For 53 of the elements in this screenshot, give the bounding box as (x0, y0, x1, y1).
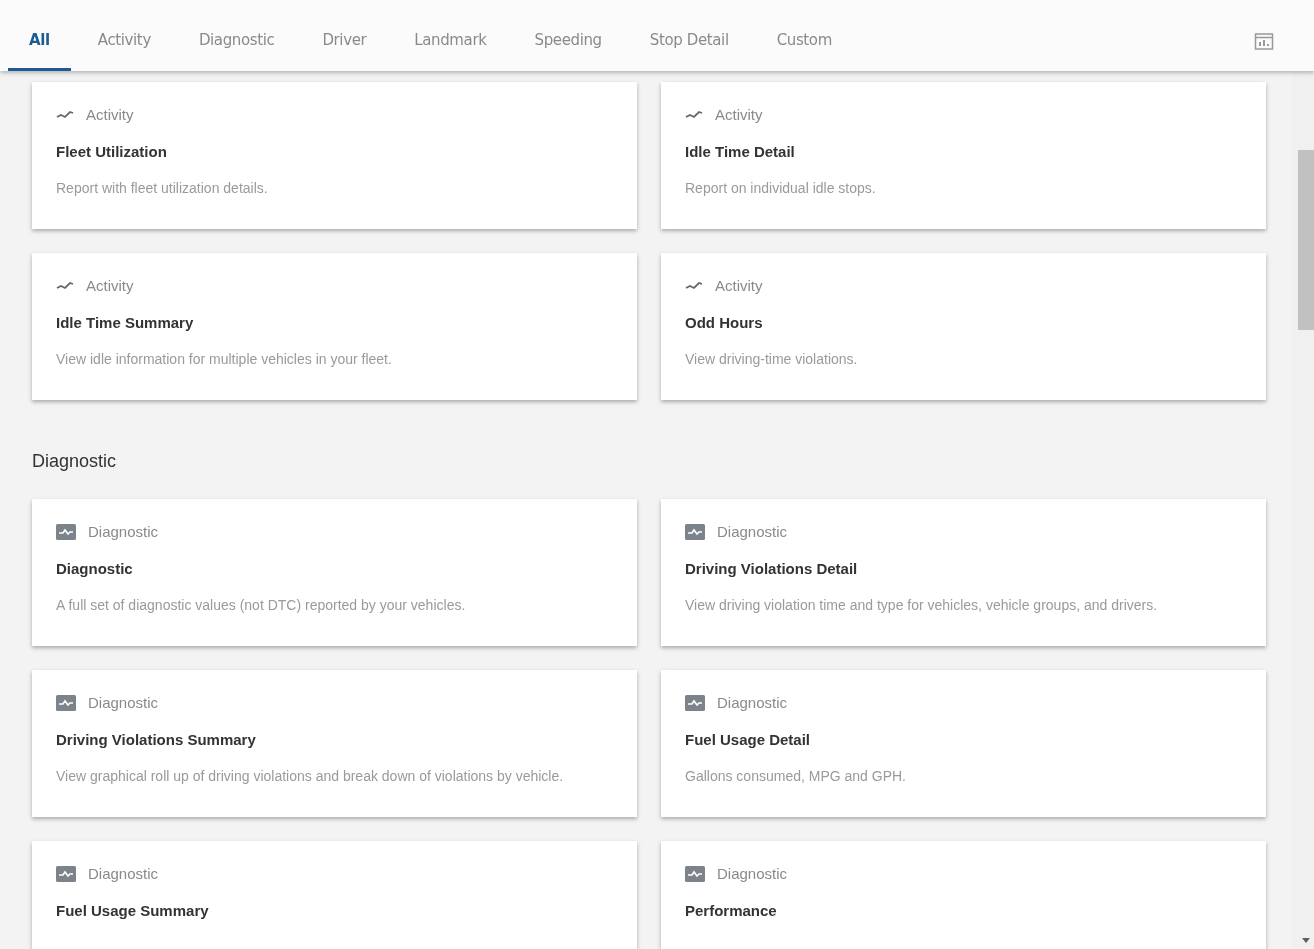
report-title: Diagnostic (56, 558, 134, 579)
trend-line-icon (685, 110, 703, 121)
section-heading: Diagnostic (32, 450, 118, 473)
report-title: Fuel Usage Detail (685, 729, 812, 750)
category-label: Diagnostic (88, 864, 159, 884)
report-card[interactable]: Activity Odd Hours View driving-time violations. (661, 253, 1266, 400)
report-title: Odd Hours (685, 312, 764, 333)
category-label: Diagnostic (88, 693, 159, 713)
report-card[interactable]: Activity Idle Time Summary View idle information for multiple vehicles in your fleet. (32, 253, 637, 400)
trend-line-icon (56, 110, 74, 121)
pulse-chart-icon (685, 524, 705, 541)
report-description: View driving violation time and type for vehicles, vehicle groups, and drivers. (685, 596, 1159, 615)
report-card[interactable]: Diagnostic Performance (661, 841, 1266, 949)
report-description: Report on individual idle stops. (685, 179, 877, 198)
category-label: Diagnostic (717, 693, 788, 713)
category-label: Activity (715, 276, 763, 296)
report-title: Fuel Usage Summary (56, 900, 210, 921)
scrollbar-thumb[interactable] (1298, 150, 1314, 330)
pulse-chart-icon (56, 524, 76, 541)
category-label: Activity (86, 276, 134, 296)
scroll-down-icon[interactable] (1302, 938, 1310, 943)
report-card[interactable]: Diagnostic Fuel Usage Summary (32, 841, 637, 949)
trend-line-icon (56, 281, 74, 292)
calendar-chart-icon[interactable] (1254, 31, 1274, 51)
pulse-chart-icon (685, 866, 705, 883)
report-card[interactable]: Diagnostic Driving Violations Summary View graphical roll up of driving violations and break down of violations by vehicle. (32, 670, 637, 817)
category-label: Diagnostic (717, 522, 788, 542)
report-description: Gallons consumed, MPG and GPH. (685, 767, 907, 786)
report-title: Fleet Utilization (56, 141, 168, 162)
pulse-chart-icon (56, 866, 76, 883)
trend-line-icon (685, 281, 703, 292)
report-title: Idle Time Summary (56, 312, 195, 333)
report-description: View idle information for multiple vehicles in your fleet. (56, 350, 393, 369)
pulse-chart-icon (56, 695, 76, 712)
report-card[interactable]: Diagnostic Fuel Usage Detail Gallons consumed, MPG and GPH. (661, 670, 1266, 817)
report-description: Report with fleet utilization details. (56, 179, 269, 198)
report-description: View graphical roll up of driving violations and break down of violations by vehicle. (56, 767, 565, 786)
report-title: Performance (685, 900, 778, 921)
category-label: Diagnostic (88, 522, 159, 542)
category-label: Activity (715, 105, 763, 125)
category-label: Diagnostic (717, 864, 788, 884)
report-title: Driving Violations Detail (685, 558, 859, 579)
category-label: Activity (86, 105, 134, 125)
report-description: A full set of diagnostic values (not DTC) reported by your vehicles. (56, 596, 467, 615)
pulse-chart-icon (685, 695, 705, 712)
report-title: Idle Time Detail (685, 141, 796, 162)
tab[interactable]: All (8, 20, 71, 71)
report-card[interactable]: Activity Fleet Utilization Report with fleet utilization details. (32, 82, 637, 229)
report-title: Driving Violations Summary (56, 729, 257, 750)
report-description: View driving-time violations. (685, 350, 859, 369)
report-card[interactable]: Activity Idle Time Detail Report on individual idle stops. (661, 82, 1266, 229)
report-card[interactable]: Diagnostic Diagnostic A full set of diagnostic values (not DTC) reported by your vehicles. (32, 499, 637, 646)
report-card[interactable]: Diagnostic Driving Violations Detail View driving violation time and type for vehicles, vehicle groups, and drivers. (661, 499, 1266, 646)
